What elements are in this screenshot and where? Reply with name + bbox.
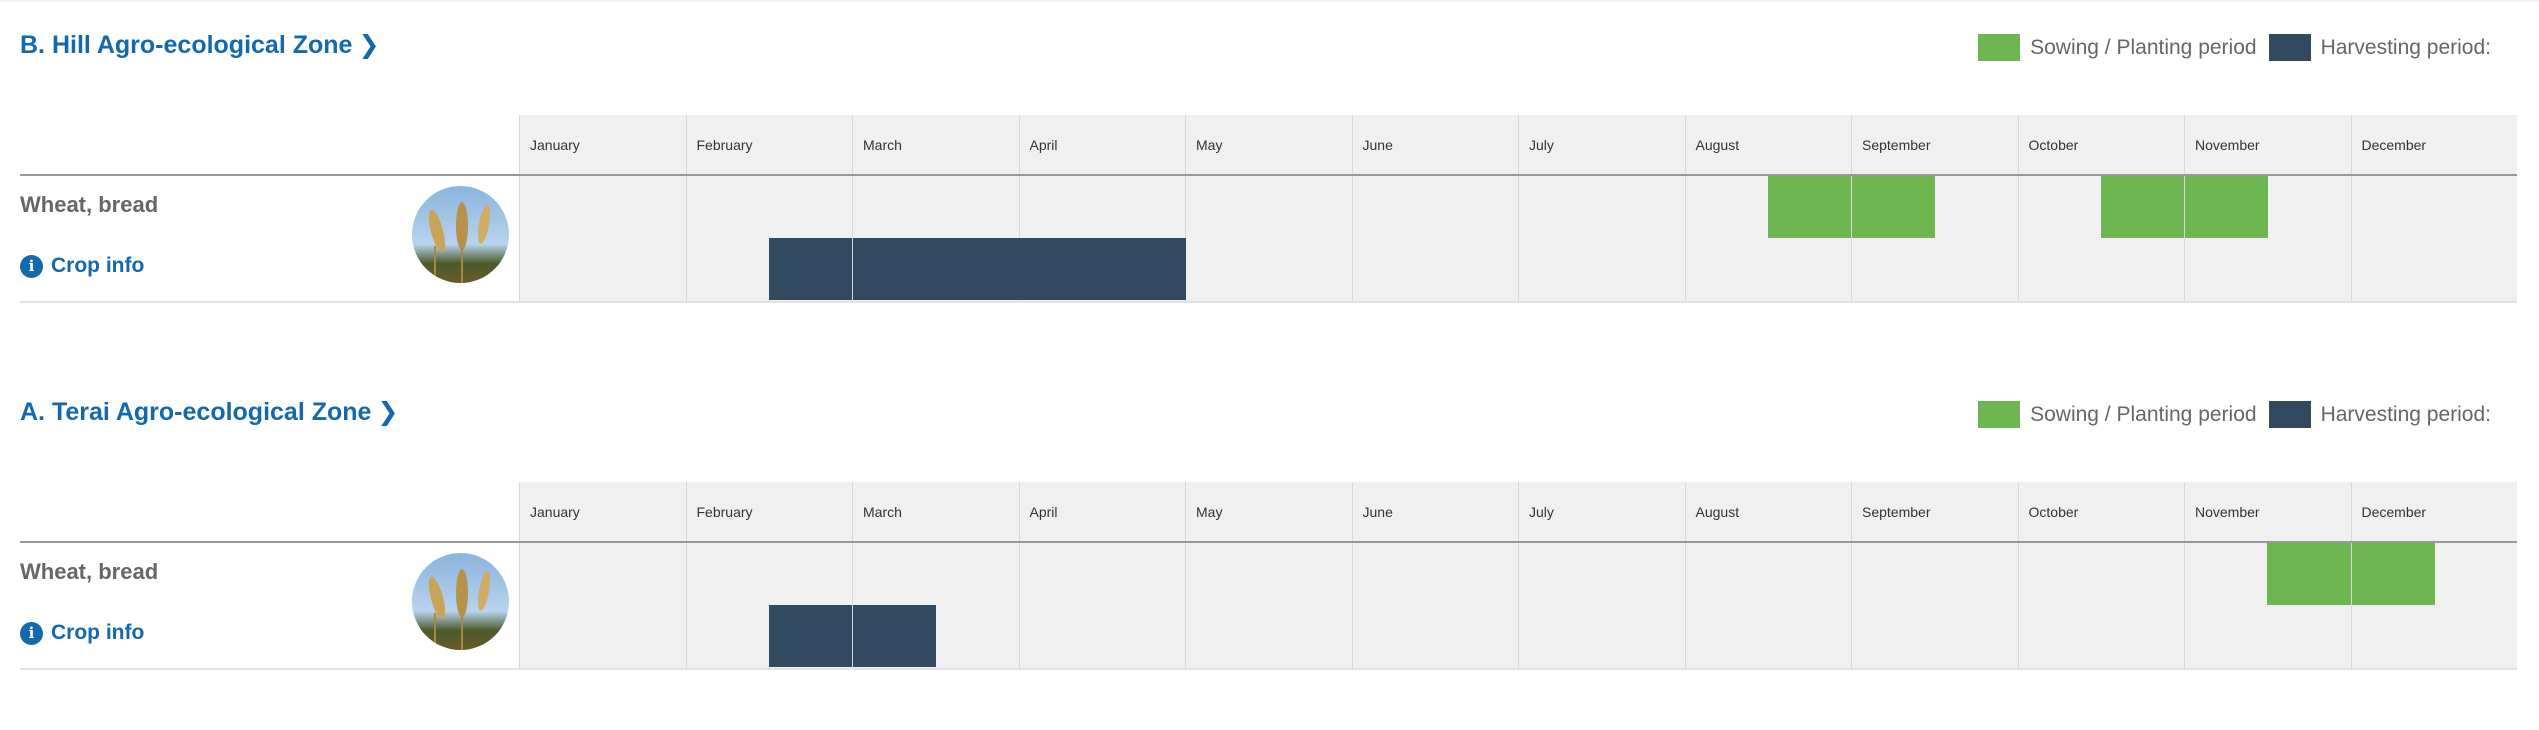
month-label: November bbox=[2195, 504, 2260, 520]
crop-info-label: Crop info bbox=[51, 254, 145, 277]
month-column: July bbox=[1518, 482, 1685, 669]
month-label: January bbox=[530, 137, 580, 153]
month-label: February bbox=[696, 504, 753, 520]
calendar-grid: January February March April May June July Augu… bbox=[519, 115, 2517, 302]
info-icon: i bbox=[20, 254, 43, 278]
legend: Sowing / Planting period Harvesting peri… bbox=[1978, 401, 2503, 428]
sowing-period-bar bbox=[1767, 176, 1851, 238]
month-column: April bbox=[1018, 482, 1186, 669]
sowing-legend-swatch bbox=[1978, 401, 2021, 428]
row-divider bbox=[20, 301, 2517, 303]
month-label: May bbox=[1196, 137, 1223, 153]
month-label: November bbox=[2195, 137, 2260, 153]
sowing-legend-swatch bbox=[1978, 34, 2021, 61]
month-label: August bbox=[1695, 137, 1740, 153]
crop-name: Wheat, bread bbox=[20, 559, 159, 584]
info-icon: i bbox=[20, 621, 43, 645]
month-label: April bbox=[1029, 504, 1058, 520]
legend: Sowing / Planting period Harvesting peri… bbox=[1978, 34, 2503, 61]
month-label: September bbox=[1862, 137, 1931, 153]
header-divider bbox=[20, 174, 2517, 176]
harvesting-legend-swatch bbox=[2268, 401, 2311, 428]
month-label: October bbox=[2028, 137, 2079, 153]
sowing-period-bar bbox=[2185, 176, 2269, 238]
harvesting-legend-label: Harvesting period: bbox=[2320, 35, 2491, 59]
crop-photo bbox=[412, 186, 509, 283]
month-label: June bbox=[1362, 504, 1393, 520]
month-column: January bbox=[519, 482, 686, 669]
month-label: July bbox=[1529, 504, 1554, 520]
month-column: May bbox=[1185, 115, 1352, 302]
month-label: December bbox=[2361, 504, 2427, 520]
zone-section: A. Terai Agro-ecological Zone ❯ Sowing / … bbox=[0, 367, 2539, 697]
harvesting-legend-swatch bbox=[2268, 34, 2311, 61]
month-label: July bbox=[1529, 137, 1554, 153]
month-label: September bbox=[1862, 504, 1931, 520]
harvesting-period-bar bbox=[853, 238, 1020, 300]
header-divider bbox=[20, 541, 2517, 543]
chevron-right-icon: ❯ bbox=[377, 398, 399, 426]
month-column: August bbox=[1684, 482, 1852, 669]
month-label: December bbox=[2361, 137, 2427, 153]
month-column: May bbox=[1185, 482, 1352, 669]
sowing-period-bar bbox=[2267, 543, 2351, 605]
month-column: July bbox=[1518, 115, 1685, 302]
month-column: December bbox=[2350, 115, 2518, 302]
sowing-period-bar bbox=[2351, 543, 2435, 605]
month-label: March bbox=[863, 504, 902, 520]
harvesting-legend-label: Harvesting period: bbox=[2320, 402, 2491, 426]
crop-info-link[interactable]: i Crop info bbox=[20, 621, 144, 645]
month-label: April bbox=[1029, 137, 1058, 153]
harvesting-period-bar bbox=[768, 605, 852, 667]
row-divider bbox=[20, 668, 2517, 670]
month-column: October bbox=[2017, 482, 2185, 669]
sowing-period-bar bbox=[2100, 176, 2184, 238]
harvesting-period-bar bbox=[768, 238, 852, 300]
harvesting-period-bar bbox=[1019, 238, 1186, 300]
month-column: September bbox=[1851, 482, 2018, 669]
month-column: January bbox=[519, 115, 686, 302]
zone-title-text: B. Hill Agro-ecological Zone bbox=[20, 31, 353, 59]
month-column: June bbox=[1351, 115, 1519, 302]
month-label: October bbox=[2028, 504, 2079, 520]
zone-title-link[interactable]: A. Terai Agro-ecological Zone ❯ bbox=[20, 397, 398, 427]
zone-title-text: A. Terai Agro-ecological Zone bbox=[20, 398, 372, 426]
month-label: February bbox=[696, 137, 753, 153]
crop-info-link[interactable]: i Crop info bbox=[20, 254, 144, 278]
month-label: March bbox=[863, 137, 902, 153]
sowing-legend-label: Sowing / Planting period bbox=[2030, 402, 2257, 426]
sowing-period-bar bbox=[1852, 176, 1936, 238]
month-label: June bbox=[1362, 137, 1393, 153]
crop-info-label: Crop info bbox=[51, 621, 145, 644]
month-column: June bbox=[1351, 482, 1519, 669]
month-label: January bbox=[530, 504, 580, 520]
month-label: May bbox=[1196, 504, 1223, 520]
month-label: August bbox=[1695, 504, 1740, 520]
crop-name: Wheat, bread bbox=[20, 192, 159, 217]
calendar-grid: January February March April May June July Augu… bbox=[519, 482, 2517, 669]
zone-section: B. Hill Agro-ecological Zone ❯ Sowing / P… bbox=[0, 0, 2539, 330]
zone-title-link[interactable]: B. Hill Agro-ecological Zone ❯ bbox=[20, 30, 379, 60]
sowing-legend-label: Sowing / Planting period bbox=[2030, 35, 2257, 59]
chevron-right-icon: ❯ bbox=[358, 31, 380, 59]
harvesting-period-bar bbox=[853, 605, 937, 667]
crop-photo bbox=[412, 553, 509, 650]
